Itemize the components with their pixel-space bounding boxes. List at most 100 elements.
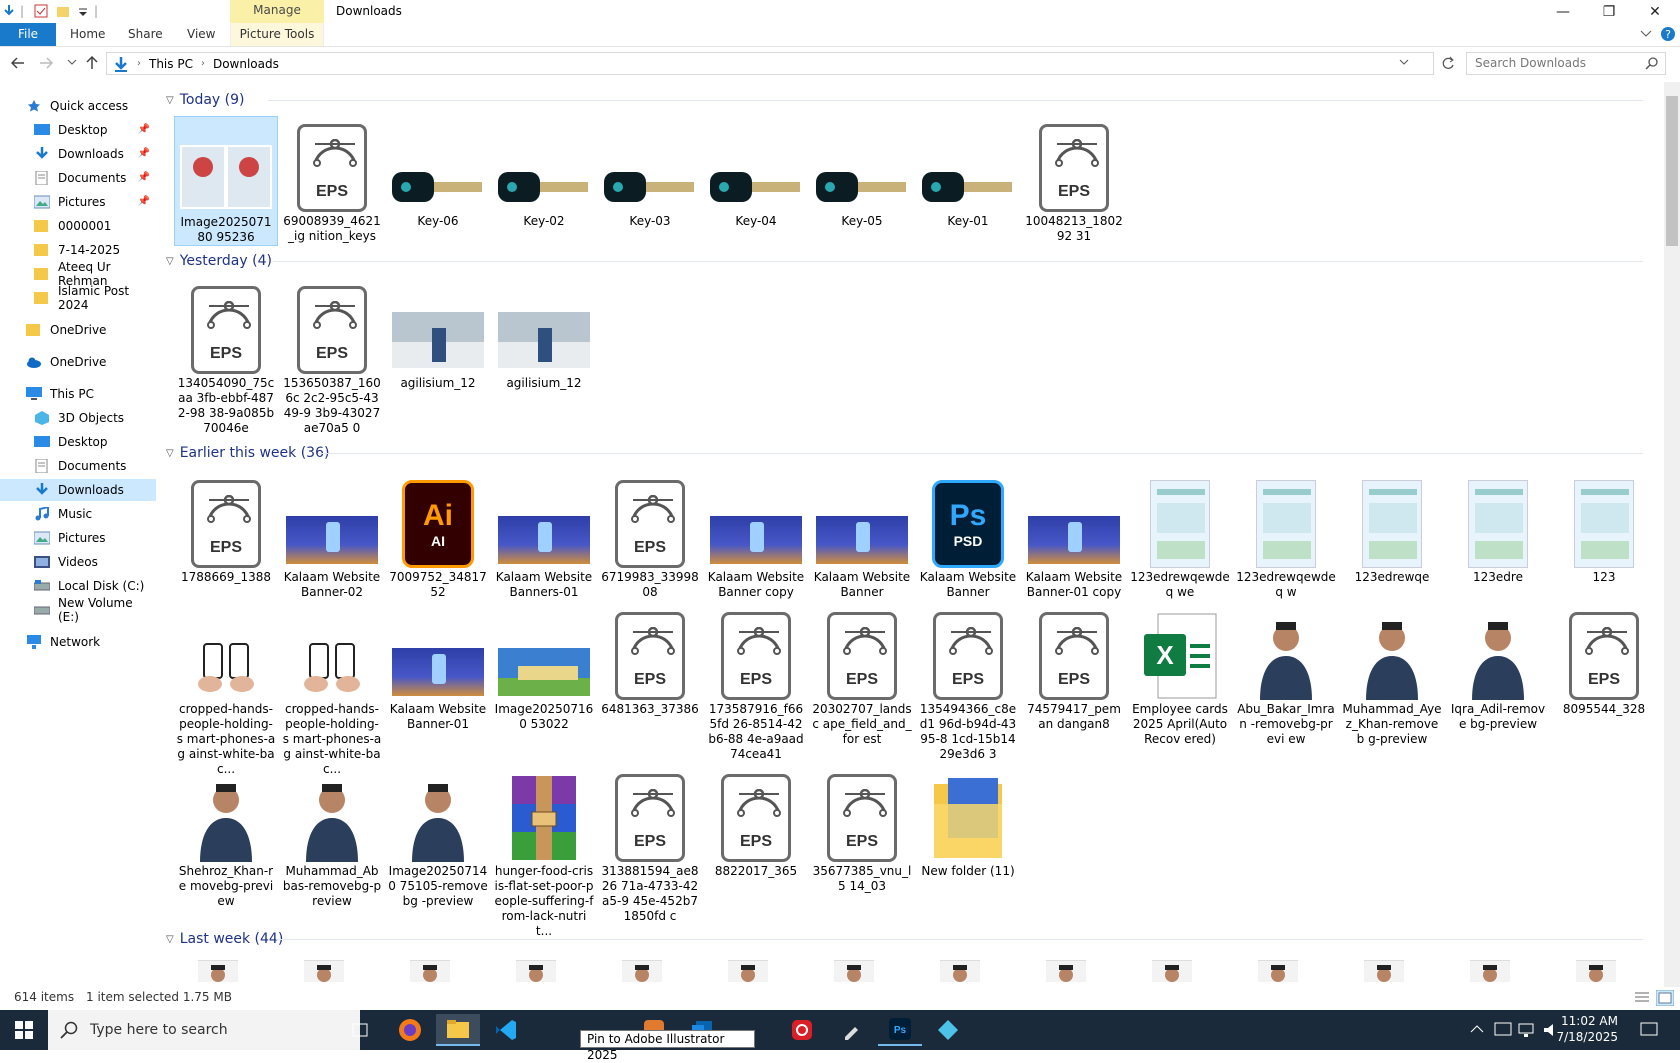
file-tile-shehroz-khan-re-movebg-preview[interactable]: Shehroz_Khan-re movebg-preview	[174, 766, 278, 909]
vertical-scrollbar[interactable]	[1664, 82, 1680, 987]
last-week-tile-partial[interactable]	[1258, 960, 1298, 982]
notification-icon[interactable]	[1640, 1021, 1658, 1039]
file-tile-123edrewqewdeq-we[interactable]: 123edrewqewdeq we	[1128, 472, 1232, 600]
tab-file[interactable]: File	[0, 23, 56, 46]
file-tile-muhammad-ab-bas-removebg-p-review[interactable]: Muhammad_Ab bas-removebg-p review	[280, 766, 384, 909]
sidebar-item-documents-pinned[interactable]: Documents 📌	[0, 167, 156, 189]
scrollbar-thumb[interactable]	[1666, 96, 1678, 246]
file-tile-kalaam-website-banners-01[interactable]: Kalaam Website Banners-01	[492, 472, 596, 600]
breadcrumb-downloads[interactable]: Downloads	[213, 57, 279, 71]
minimize-button[interactable]: —	[1540, 0, 1586, 23]
taskbar-firefox[interactable]	[388, 1014, 432, 1046]
sidebar-item-onedrive[interactable]: OneDrive	[0, 351, 156, 373]
file-tile-8822017-365[interactable]: EPS 8822017_365	[704, 766, 808, 879]
customize-qat-icon[interactable]	[78, 4, 88, 18]
last-week-tile-partial[interactable]	[834, 960, 874, 982]
file-tile-agilisium-12[interactable]: agilisium_12	[492, 278, 596, 391]
recent-locations-button[interactable]	[62, 53, 82, 73]
taskbar-search-box[interactable]: Type here to search	[48, 1010, 360, 1050]
file-tile-kalaam-website-banner[interactable]: Kalaam Website Banner	[810, 472, 914, 600]
file-tile-iqra-adil-remove-bg-preview[interactable]: Iqra_Adil-remove bg-preview	[1446, 604, 1550, 732]
refresh-icon[interactable]	[1441, 56, 1455, 70]
taskbar-app-11[interactable]	[926, 1014, 970, 1046]
sidebar-item-music[interactable]: Music	[0, 503, 156, 525]
file-tile-new-folder-11[interactable]: New folder (11)	[916, 766, 1020, 879]
last-week-tile-partial[interactable]	[1364, 960, 1404, 982]
sidebar-item-onedrive-folder[interactable]: OneDrive	[0, 319, 156, 341]
sidebar-item-this-pc[interactable]: This PC	[0, 383, 156, 405]
file-tile-123[interactable]: 123	[1552, 472, 1656, 585]
sidebar-item-downloads-pinned[interactable]: Downloads 📌	[0, 143, 156, 165]
address-bar[interactable]: › This PC › Downloads	[106, 52, 1454, 75]
file-tile-135494366-c8ed1-96d-b94d-4395-8-1cd-15b1[interactable]: EPS 135494366_c8ed1 96d-b94d-4395-8 1cd-1…	[916, 604, 1020, 762]
last-week-tile-partial[interactable]	[1152, 960, 1192, 982]
last-week-tile-partial[interactable]	[1046, 960, 1086, 982]
sidebar-item-desktop-pinned[interactable]: Desktop 📌	[0, 119, 156, 141]
task-view-button[interactable]	[338, 1014, 382, 1046]
file-tile-key-06[interactable]: Key-06	[386, 116, 490, 229]
sidebar-item-folder-islamic-post[interactable]: Islamic Post 2024	[0, 284, 156, 312]
file-tile-kalaam-website-banner-01[interactable]: Kalaam Website Banner-01	[386, 604, 490, 732]
file-tile-69008939-4621-ig-nition-keys[interactable]: EPS 69008939_4621_ig nition_keys	[280, 116, 384, 244]
file-tile-20302707-landsc-ape-field-and-for-est[interactable]: EPS 20302707_landsc ape_field_and_for est	[810, 604, 914, 747]
file-tile-kalaam-website-banner[interactable]: Ps PSD Kalaam Website Banner	[916, 472, 1020, 600]
sidebar-item-new-volume-e[interactable]: New Volume (E:)	[0, 596, 156, 624]
file-tile-key-01[interactable]: Key-01	[916, 116, 1020, 229]
file-tile-153650387-1606c-2c2-95c5-4349-9-3b9-4302[interactable]: EPS 153650387_1606c 2c2-95c5-4349-9 3b9-4…	[280, 278, 384, 436]
file-tile-74579417-peman-dangan8[interactable]: EPS 74579417_peman dangan8	[1022, 604, 1126, 732]
file-tile-agilisium-12[interactable]: agilisium_12	[386, 278, 490, 391]
taskbar-photoshop[interactable]: Ps	[878, 1014, 922, 1046]
sidebar-item-local-disk-c[interactable]: Local Disk (C:)	[0, 575, 156, 597]
file-tile-image202507180-95236[interactable]: Image202507180 95236	[174, 116, 278, 246]
file-tile-7009752-3481752[interactable]: Ai AI 7009752_3481752	[386, 472, 490, 600]
last-week-tile-partial[interactable]	[1576, 960, 1616, 982]
file-tile-134054090-75caa-3fb-ebbf-4872-98-38-9a08[interactable]: EPS 134054090_75caa 3fb-ebbf-4872-98 38-9…	[174, 278, 278, 436]
file-tile-123edrewqewdeq-w[interactable]: 123edrewqewdeq w	[1234, 472, 1338, 600]
file-tile-123edrewqe[interactable]: 123edrewqe	[1340, 472, 1444, 585]
sidebar-item-quick-access[interactable]: Quick access	[0, 95, 156, 117]
sidebar-item-videos[interactable]: Videos	[0, 551, 156, 573]
up-button[interactable]	[82, 53, 102, 73]
taskbar-creative-cloud[interactable]	[780, 1014, 824, 1046]
last-week-tile-partial[interactable]	[940, 960, 980, 982]
file-tile-kalaam-website-banner-01-copy[interactable]: Kalaam Website Banner-01 copy	[1022, 472, 1126, 600]
large-icons-view-icon[interactable]	[1656, 990, 1674, 1006]
file-tile-hunger-food-cris-is-flat-set-poor-p-eopl[interactable]: hunger-food-cris is-flat-set-poor-p eopl…	[492, 766, 596, 939]
file-tile-image202507140-75105-removebg-preview[interactable]: Image202507140 75105-removebg -preview	[386, 766, 490, 909]
file-tile-6481363-37386[interactable]: EPS 6481363_37386	[598, 604, 702, 717]
taskbar-vscode[interactable]	[484, 1014, 528, 1046]
start-button[interactable]	[2, 1014, 46, 1046]
file-tile-key-02[interactable]: Key-02	[492, 116, 596, 229]
file-tile-key-05[interactable]: Key-05	[810, 116, 914, 229]
file-tile-kalaam-website-banner-copy[interactable]: Kalaam Website Banner copy	[704, 472, 808, 600]
sidebar-item-3d-objects[interactable]: 3D Objects	[0, 407, 156, 429]
group-header-last-week[interactable]: ▽ Last week (44)	[166, 928, 283, 950]
file-tile-1788669-1388[interactable]: EPS 1788669_1388	[174, 472, 278, 585]
file-tile-kalaam-website-banner-02[interactable]: Kalaam Website Banner-02	[280, 472, 384, 600]
group-header-yesterday[interactable]: ▽ Yesterday (4)	[166, 250, 272, 272]
file-tile-abu-bakar-imran-removebg-previ-ew[interactable]: Abu_Bakar_Imran -removebg-previ ew	[1234, 604, 1338, 747]
tab-home[interactable]: Home	[70, 23, 105, 46]
tab-picture-tools[interactable]: Picture Tools	[230, 23, 324, 46]
manage-tab[interactable]: Manage	[230, 0, 324, 23]
sidebar-item-folder-0000001[interactable]: 0000001	[0, 215, 156, 237]
download-arrow-icon[interactable]	[2, 4, 16, 18]
sidebar-item-folder-ateeq[interactable]: Ateeq Ur Rehman	[0, 260, 156, 288]
taskbar-pen-tool[interactable]	[830, 1014, 874, 1046]
last-week-tile-partial[interactable]	[516, 960, 556, 982]
show-hidden-icons-icon[interactable]	[1470, 1024, 1484, 1034]
expand-ribbon-icon[interactable]	[1640, 29, 1652, 39]
sidebar-item-pictures-pinned[interactable]: Pictures 📌	[0, 191, 156, 213]
last-week-tile-partial[interactable]	[304, 960, 344, 982]
file-tile-cropped-hands-people-holding-s-mart-phon[interactable]: cropped-hands-people-holding-s mart-phon…	[280, 604, 384, 777]
maximize-button[interactable]: ❐	[1586, 0, 1632, 23]
group-header-today[interactable]: ▽ Today (9)	[166, 89, 244, 111]
file-tile-123edre[interactable]: 123edre	[1446, 472, 1550, 585]
search-input[interactable]: Search Downloads	[1466, 52, 1666, 75]
file-tile-key-04[interactable]: Key-04	[704, 116, 808, 229]
network-status-icon[interactable]	[1518, 1022, 1536, 1038]
sidebar-item-documents[interactable]: Documents	[0, 455, 156, 477]
file-tile-6719983-3399808[interactable]: EPS 6719983_3399808	[598, 472, 702, 600]
sidebar-item-folder-7-14-2025[interactable]: 7-14-2025	[0, 239, 156, 261]
sidebar-item-network[interactable]: Network	[0, 631, 156, 653]
